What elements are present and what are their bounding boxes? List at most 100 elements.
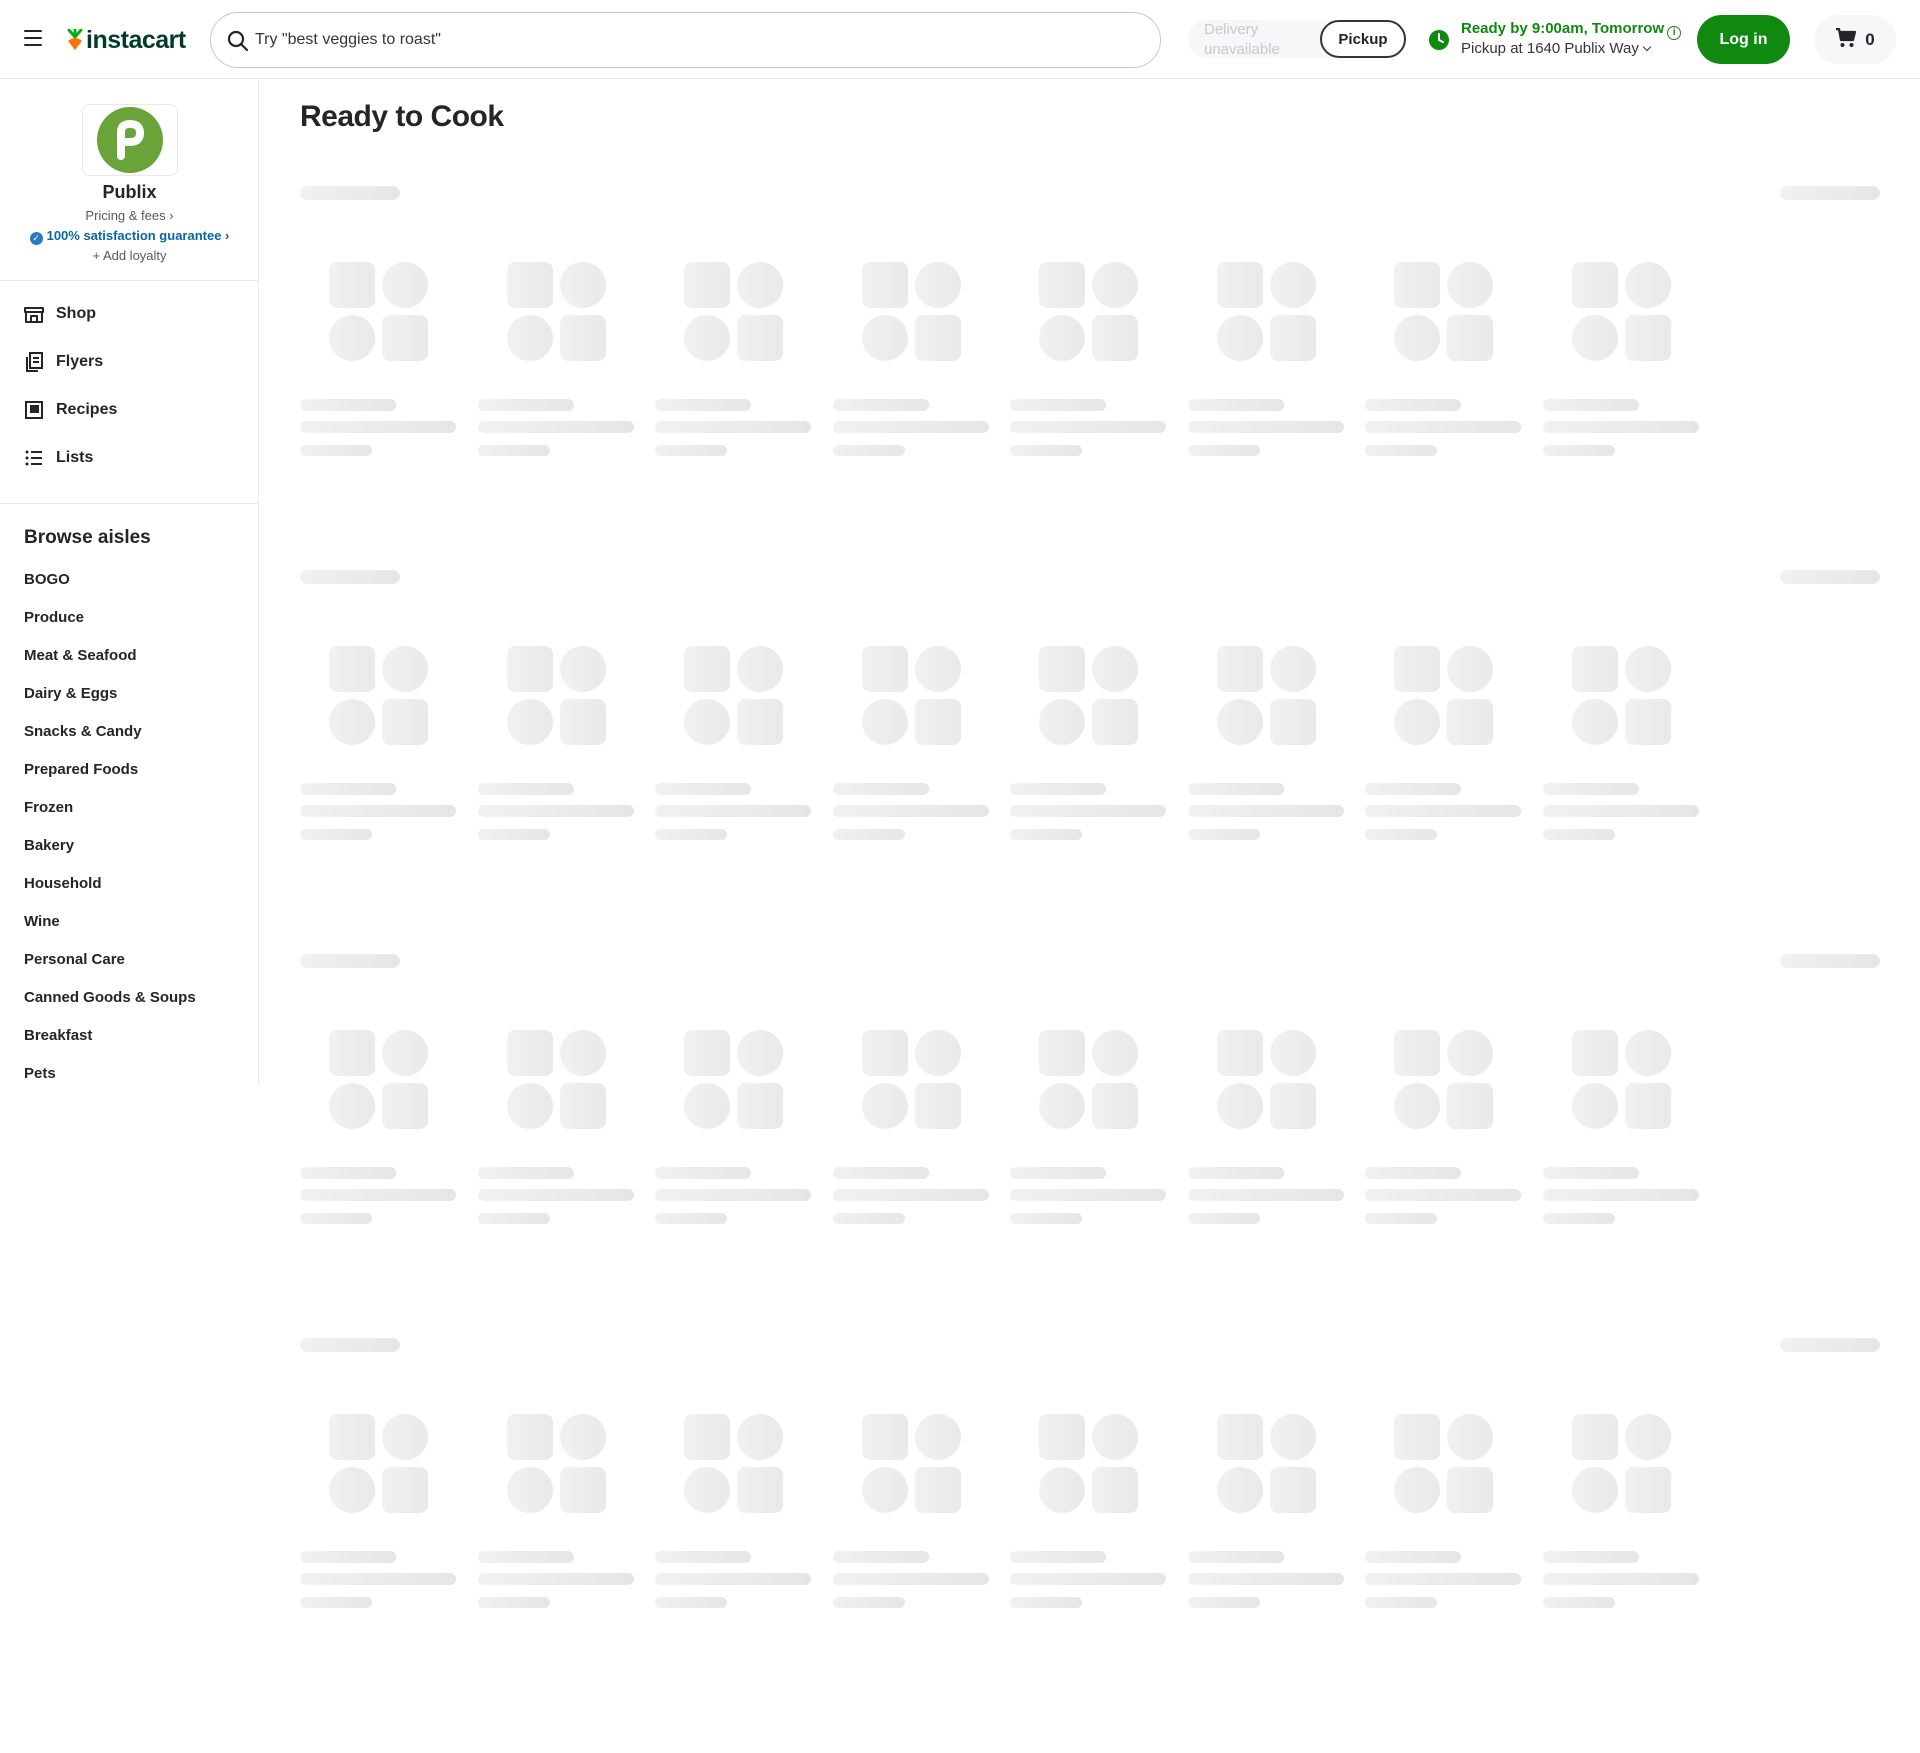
- skeleton-text: [832, 1597, 905, 1608]
- delivery-pickup-toggle: Delivery unavailable Pickup: [1188, 20, 1406, 58]
- skeleton-image: [1624, 1467, 1671, 1513]
- instacart-logo[interactable]: instacart: [66, 26, 186, 54]
- skeleton-text: [1010, 1551, 1106, 1563]
- skeleton-text: [1187, 805, 1344, 817]
- skeleton-image: [506, 646, 553, 692]
- nav-item-shop[interactable]: Shop: [24, 298, 244, 330]
- search-bar[interactable]: [210, 12, 1161, 68]
- skeleton-image: [382, 315, 428, 361]
- skeleton-text: [655, 805, 811, 817]
- skeleton-heading: [300, 186, 400, 200]
- skeleton-text: [300, 783, 396, 795]
- skeleton-text: [300, 1551, 396, 1563]
- skeleton-image: [1269, 315, 1316, 361]
- skeleton-image: [737, 262, 783, 308]
- skeleton-text: [477, 1167, 574, 1179]
- skeleton-text: [1542, 1189, 1699, 1201]
- skeleton-image: [1092, 1414, 1138, 1460]
- aisle-item[interactable]: Canned Goods & Soups: [24, 989, 196, 1006]
- verified-badge-icon: ✓: [29, 232, 43, 245]
- skeleton-image: [1571, 699, 1618, 745]
- skeleton-image: [914, 262, 961, 308]
- aisle-item[interactable]: Produce: [24, 609, 84, 626]
- skeleton-image: [914, 315, 961, 361]
- aisle-item[interactable]: Personal Care: [24, 951, 125, 968]
- aisle-item[interactable]: Pets: [24, 1065, 56, 1082]
- skeleton-text: [1365, 1597, 1437, 1608]
- skeleton-image: [1394, 1083, 1440, 1129]
- pickup-button[interactable]: Pickup: [1320, 20, 1406, 58]
- skeleton-image: [1571, 262, 1618, 308]
- nav-item-lists[interactable]: Lists: [24, 442, 244, 474]
- chevron-down-icon: [1642, 42, 1652, 52]
- aisle-item[interactable]: Frozen: [24, 799, 73, 816]
- skeleton-image: [506, 699, 553, 745]
- aisle-item[interactable]: Bakery: [24, 837, 74, 854]
- skeleton-image: [1039, 646, 1085, 692]
- skeleton-image: [1394, 646, 1440, 692]
- search-input[interactable]: [255, 31, 1135, 49]
- skeleton-image: [1394, 1414, 1440, 1460]
- pricing-fees-link[interactable]: Pricing & fees ›: [0, 208, 258, 223]
- skeleton-text: [832, 399, 929, 411]
- skeleton-text: [477, 1189, 634, 1201]
- skeleton-text: [1542, 805, 1699, 817]
- skeleton-image: [861, 699, 908, 745]
- skeleton-text: [1542, 399, 1639, 411]
- aisle-item[interactable]: Wine: [24, 913, 60, 930]
- login-button[interactable]: Log in: [1697, 15, 1790, 64]
- skeleton-text: [1187, 1597, 1260, 1608]
- skeleton-image: [1216, 699, 1263, 745]
- nav-item-flyers[interactable]: Flyers: [24, 346, 244, 378]
- skeleton-image: [1447, 1083, 1493, 1129]
- skeleton-image: [1394, 315, 1440, 361]
- skeleton-text: [300, 1213, 372, 1224]
- skeleton-image: [1092, 1083, 1138, 1129]
- skeleton-image: [737, 1083, 783, 1129]
- skeleton-text: [300, 399, 396, 411]
- skeleton-image: [506, 1030, 553, 1076]
- aisle-item[interactable]: Snacks & Candy: [24, 723, 142, 740]
- skeleton-text: [832, 1573, 989, 1585]
- aisle-item[interactable]: Household: [24, 875, 102, 892]
- skeleton-text: [477, 1597, 550, 1608]
- nav-item-recipes[interactable]: Recipes: [24, 394, 244, 426]
- skeleton-text: [1187, 1167, 1284, 1179]
- skeleton-heading: [300, 570, 400, 584]
- skeleton-image: [861, 1414, 908, 1460]
- satisfaction-guarantee-link[interactable]: ✓ 100% satisfaction guarantee ›: [0, 228, 258, 245]
- skeleton-text: [300, 445, 372, 456]
- skeleton-image: [559, 315, 606, 361]
- skeleton-text: [300, 1597, 372, 1608]
- skeleton-image: [1269, 646, 1316, 692]
- aisle-item[interactable]: BOGO: [24, 571, 70, 588]
- skeleton-image: [559, 1467, 606, 1513]
- skeleton-image: [382, 1414, 428, 1460]
- add-loyalty-link[interactable]: + Add loyalty: [0, 248, 258, 263]
- skeleton-image: [506, 1467, 553, 1513]
- skeleton-image: [559, 1083, 606, 1129]
- aisle-item[interactable]: Dairy & Eggs: [24, 685, 117, 702]
- skeleton-image: [329, 315, 375, 361]
- skeleton-image: [1216, 262, 1263, 308]
- info-icon[interactable]: i: [1667, 26, 1682, 40]
- skeleton-image: [737, 315, 783, 361]
- skeleton-image: [506, 315, 553, 361]
- skeleton-image: [1216, 1030, 1263, 1076]
- skeleton-text: [477, 421, 634, 433]
- pickup-time-selector[interactable]: Ready by 9:00am, Tomorrow i Pickup at 164…: [1428, 18, 1688, 62]
- skeleton-image: [737, 646, 783, 692]
- aisle-item[interactable]: Prepared Foods: [24, 761, 138, 778]
- skeleton-image: [684, 646, 730, 692]
- skeleton-image: [329, 1083, 375, 1129]
- skeleton-image: [1269, 699, 1316, 745]
- publix-logo[interactable]: [82, 104, 178, 176]
- cart-button[interactable]: 0: [1814, 15, 1896, 64]
- menu-icon[interactable]: [24, 30, 48, 50]
- skeleton-text: [655, 421, 811, 433]
- aisle-item[interactable]: Breakfast: [24, 1027, 92, 1044]
- skeleton-text: [300, 805, 456, 817]
- skeleton-text: [1542, 1573, 1699, 1585]
- skeleton-image: [1571, 1083, 1618, 1129]
- aisle-item[interactable]: Meat & Seafood: [24, 647, 137, 664]
